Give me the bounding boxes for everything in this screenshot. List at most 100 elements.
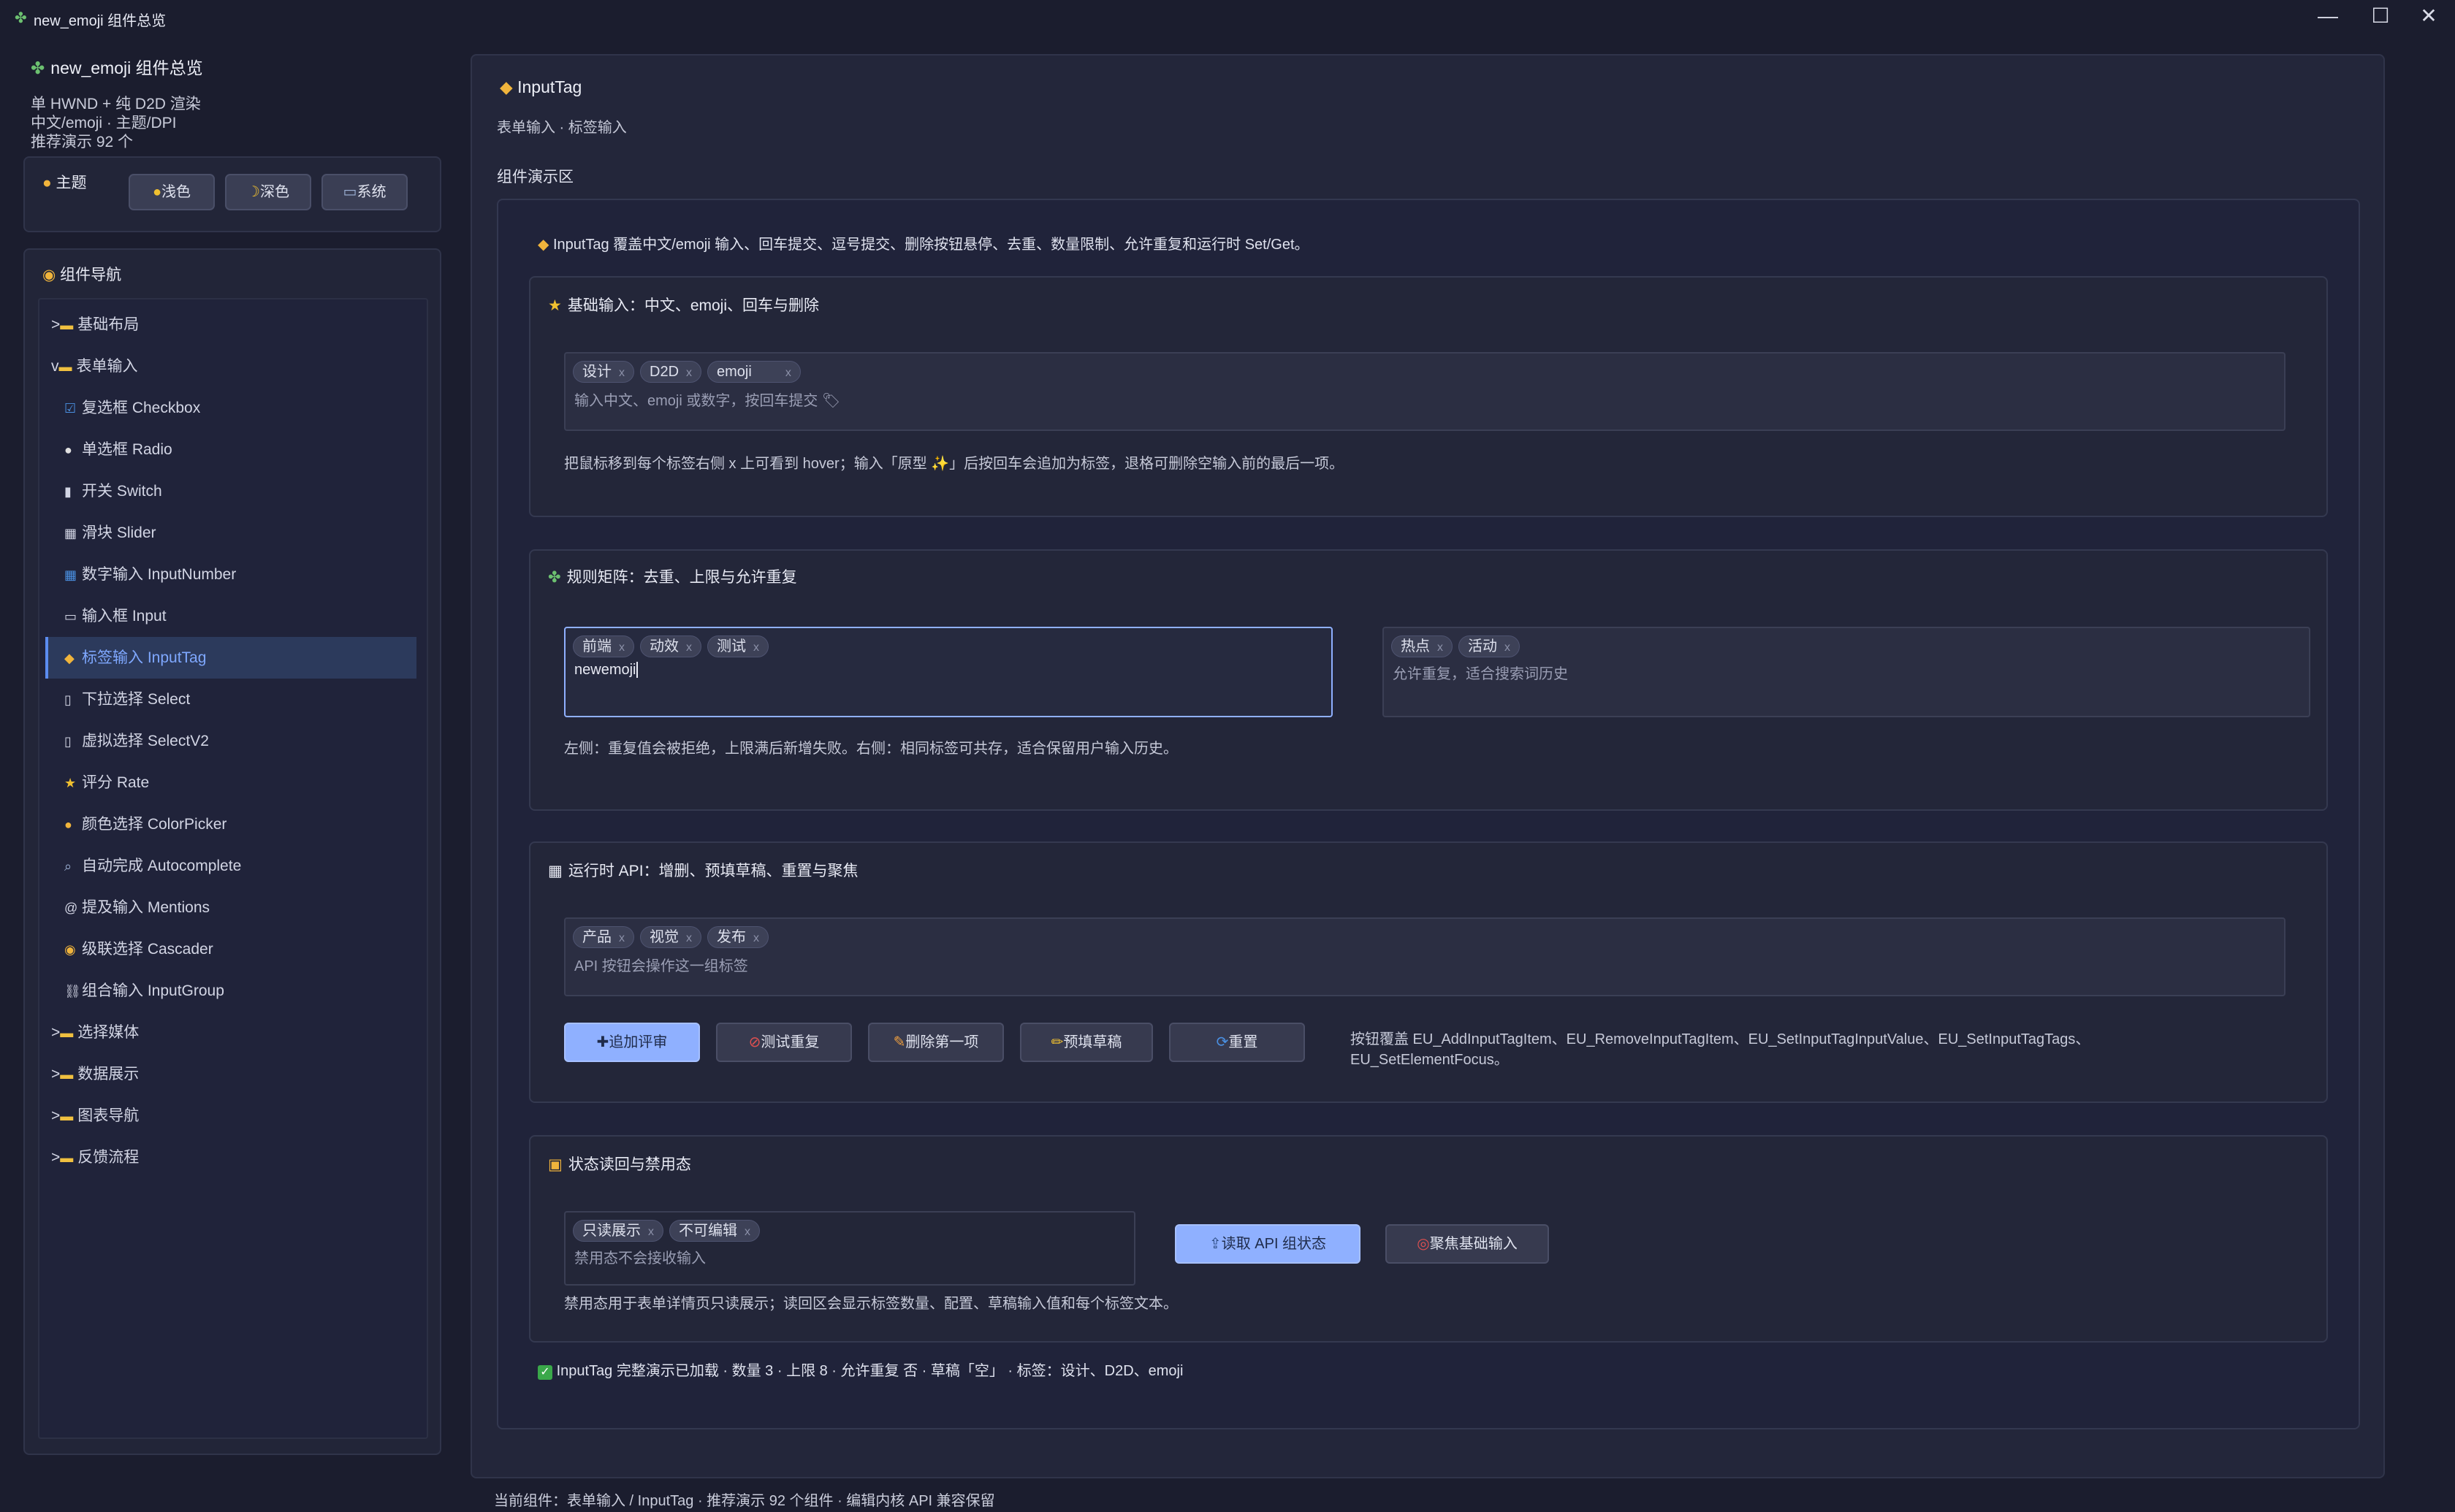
tag-remove-icon[interactable]: x bbox=[619, 641, 625, 654]
nav-group-basic-layout[interactable]: >▬ 基础布局 bbox=[51, 304, 139, 345]
button-label: 预填草稿 bbox=[1063, 1034, 1122, 1050]
duplicate-tag-input[interactable]: 热点 x 活动 x 允许重复，适合搜索词历史 bbox=[1382, 627, 2310, 717]
maximize-button[interactable]: ☐ bbox=[2354, 0, 2407, 34]
nav-item-slider[interactable]: ▦ 滑块 Slider bbox=[64, 512, 156, 554]
tag-remove-icon[interactable]: x bbox=[1437, 641, 1443, 654]
nav-group-data-display[interactable]: >▬ 数据展示 bbox=[51, 1053, 139, 1095]
nav-group-media[interactable]: >▬ 选择媒体 bbox=[51, 1012, 139, 1053]
refresh-icon: ⟳ bbox=[1216, 1034, 1229, 1050]
remove-first-button[interactable]: ✎删除第一项 bbox=[868, 1023, 1004, 1062]
reset-button[interactable]: ⟳重置 bbox=[1169, 1023, 1305, 1062]
collapse-chevron: v bbox=[51, 358, 59, 375]
folder-icon: ▬ bbox=[60, 1109, 74, 1123]
dedupe-tag-input[interactable]: 前端 x 动效 x 测试 x newemoji bbox=[564, 627, 1333, 717]
tag-text: 只读展示 bbox=[582, 1223, 641, 1239]
nav-label: 评分 Rate bbox=[82, 774, 150, 791]
nav-group-chart-nav[interactable]: >▬ 图表导航 bbox=[51, 1095, 139, 1137]
magnifier-icon: ⌕ bbox=[64, 859, 72, 874]
nav-label: 数据展示 bbox=[77, 1066, 140, 1083]
folder-icon: ▬ bbox=[58, 359, 72, 374]
nav-item-switch[interactable]: ▮ 开关 Switch bbox=[64, 470, 162, 512]
tag-text: D2D bbox=[650, 364, 680, 380]
target-icon: ◎ bbox=[1417, 1236, 1430, 1252]
puzzle-icon: ✤ bbox=[31, 58, 45, 77]
tag-remove-icon[interactable]: x bbox=[686, 641, 692, 654]
theme-light-button[interactable]: ●浅色 bbox=[129, 174, 215, 210]
plus-icon: ✚ bbox=[596, 1034, 609, 1050]
theme-label-text: 主题 bbox=[56, 175, 87, 191]
tag-chip: 视觉 x bbox=[640, 926, 701, 948]
demo-area-label: 组件演示区 bbox=[497, 169, 574, 186]
focus-basic-input-button[interactable]: ◎聚焦基础输入 bbox=[1385, 1224, 1549, 1264]
nav-item-input-number[interactable]: ▦ 数字输入 InputNumber bbox=[64, 554, 236, 595]
read-api-state-button[interactable]: ⇪读取 API 组状态 bbox=[1175, 1224, 1360, 1264]
tag-list: 设计 x D2D x emoji x bbox=[573, 361, 801, 383]
expand-chevron: > bbox=[51, 1066, 61, 1083]
input-icon: ▭ bbox=[64, 609, 77, 624]
nav-item-cascader[interactable]: ◉ 级联选择 Cascader bbox=[64, 928, 213, 970]
tag-remove-icon[interactable]: x bbox=[686, 367, 692, 379]
palette-icon: ● bbox=[42, 175, 52, 191]
close-button[interactable]: ✕ bbox=[2402, 0, 2455, 34]
nav-item-checkbox[interactable]: ☑ 复选框 Checkbox bbox=[64, 387, 200, 429]
section-title-text: 状态读回与禁用态 bbox=[568, 1156, 691, 1173]
nav-item-select[interactable]: ▯ 下拉选择 Select bbox=[64, 679, 190, 720]
eraser-icon: ✎ bbox=[893, 1034, 906, 1050]
tag-text: 产品 bbox=[582, 929, 612, 945]
api-note-line1: 按钮覆盖 EU_AddInputTagItem、EU_RemoveInputTa… bbox=[1350, 1031, 2090, 1047]
minimize-button[interactable]: — bbox=[2302, 0, 2354, 34]
nav-label: 选择媒体 bbox=[77, 1024, 140, 1041]
tag-remove-icon[interactable]: x bbox=[686, 932, 692, 944]
puzzle-icon: ✤ bbox=[15, 10, 27, 26]
theme-system-button[interactable]: ▭系统 bbox=[321, 174, 408, 210]
tag-text: emoji bbox=[717, 364, 752, 380]
folder-icon: ▬ bbox=[60, 1150, 74, 1165]
nav-item-radio[interactable]: ● 单选框 Radio bbox=[64, 429, 172, 470]
nav-item-autocomplete[interactable]: ⌕ 自动完成 Autocomplete bbox=[64, 845, 241, 887]
tag-remove-icon[interactable]: x bbox=[1504, 641, 1510, 654]
button-label: 追加评审 bbox=[609, 1034, 668, 1050]
nav-item-input[interactable]: ▭ 输入框 Input bbox=[64, 595, 167, 637]
tag-icon: ◆ bbox=[538, 237, 549, 253]
nav-group-form-input[interactable]: v▬ 表单输入 bbox=[51, 345, 138, 387]
disabled-tag-input: 只读展示 x 不可编辑 x 禁用态不会接收输入 bbox=[564, 1211, 1135, 1286]
upload-icon: ⇪ bbox=[1209, 1236, 1222, 1252]
api-tag-input[interactable]: 产品 x 视觉 x 发布 x API 按钮会操作这一组标签 bbox=[564, 917, 2285, 996]
nav-item-color-picker[interactable]: ● 颜色选择 ColorPicker bbox=[64, 803, 227, 845]
section-title-text: 规则矩阵：去重、上限与允许重复 bbox=[566, 569, 797, 586]
nav-label: 反馈流程 bbox=[77, 1149, 140, 1166]
basic-tag-input[interactable]: 设计 x D2D x emoji x 输入中文、emoji 或数字，按回车提交 🏷 bbox=[564, 352, 2285, 431]
rules-section-title: ✤ 规则矩阵：去重、上限与允许重复 bbox=[548, 565, 797, 587]
tag-chip: 只读展示 x bbox=[573, 1220, 663, 1242]
tag-remove-icon[interactable]: x bbox=[619, 367, 625, 379]
tag-remove-icon[interactable]: x bbox=[753, 932, 759, 944]
theme-dark-button[interactable]: ☽深色 bbox=[225, 174, 311, 210]
tag-text: 活动 bbox=[1468, 638, 1497, 654]
nav-item-mentions[interactable]: @ 提及输入 Mentions bbox=[64, 887, 210, 928]
section-title-text: 运行时 API：增删、预填草稿、重置与聚焦 bbox=[568, 863, 859, 879]
prefill-draft-button[interactable]: ✏预填草稿 bbox=[1020, 1023, 1153, 1062]
test-duplicate-button[interactable]: ⊘测试重复 bbox=[716, 1023, 852, 1062]
tag-chip: 活动 x bbox=[1458, 635, 1520, 657]
tag-remove-icon[interactable]: x bbox=[619, 932, 625, 944]
nav-item-input-group[interactable]: ⛓组合输入 InputGroup bbox=[64, 970, 224, 1012]
sun-icon: ● bbox=[152, 184, 162, 200]
nav-item-select-v2[interactable]: ▯ 虚拟选择 SelectV2 bbox=[64, 720, 209, 762]
select-icon: ▯ bbox=[64, 692, 72, 707]
nav-label: 数字输入 InputNumber bbox=[82, 566, 237, 583]
tag-list: 热点 x 活动 x bbox=[1391, 635, 1520, 657]
add-review-button[interactable]: ✚追加评审 bbox=[564, 1023, 700, 1062]
tag-remove-icon[interactable]: x bbox=[785, 367, 791, 379]
nav-label: 级联选择 Cascader bbox=[82, 941, 213, 958]
tag-chip: 前端 x bbox=[573, 635, 634, 657]
tag-remove-icon[interactable]: x bbox=[753, 641, 759, 654]
nav-group-feedback[interactable]: >▬ 反馈流程 bbox=[51, 1137, 139, 1178]
folder-icon: ▬ bbox=[60, 1067, 74, 1082]
nav-label: 图表导航 bbox=[77, 1107, 140, 1124]
theme-dark-label: 深色 bbox=[259, 184, 289, 200]
basic-input-placeholder: 输入中文、emoji 或数字，按回车提交 🏷 bbox=[574, 393, 841, 409]
nav-item-rate[interactable]: ★ 评分 Rate bbox=[64, 762, 149, 803]
nav-item-input-tag[interactable]: ◆ 标签输入 InputTag bbox=[45, 637, 416, 679]
section-title-text: 基础输入：中文、emoji、回车与删除 bbox=[567, 297, 820, 314]
expand-chevron: > bbox=[51, 316, 61, 333]
